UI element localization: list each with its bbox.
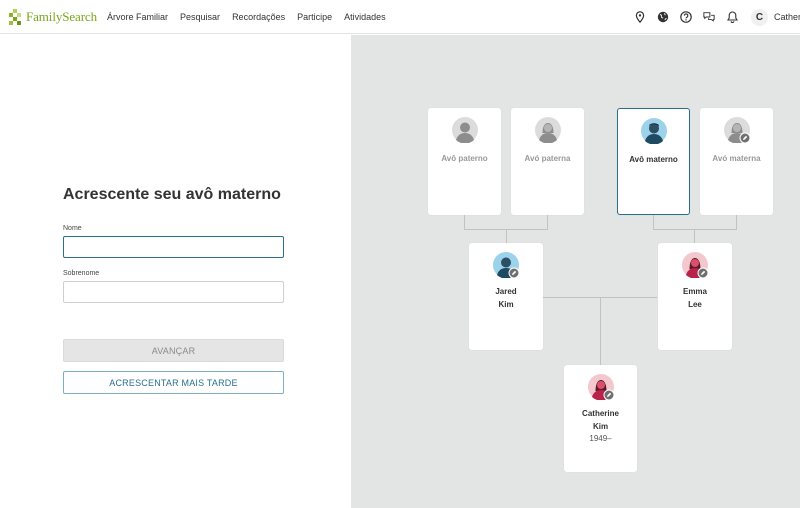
connector-line	[653, 215, 654, 229]
connector-line	[464, 215, 465, 229]
logo-text: FamilySearch	[26, 8, 98, 24]
location-pin-icon[interactable]	[634, 11, 646, 23]
familysearch-logo[interactable]: FamilySearch	[8, 8, 97, 26]
tree-logo-icon	[9, 8, 21, 25]
globe-icon[interactable]	[657, 11, 669, 23]
connector-line	[506, 229, 507, 243]
female-silhouette-icon	[723, 117, 750, 143]
add-person-form-panel: Acrescente seu avô materno Nome Sobrenom…	[0, 35, 351, 508]
user-name[interactable]: Catherine	[774, 12, 800, 22]
connector-line	[547, 215, 548, 229]
nav-item-memories[interactable]: Recordações	[232, 12, 285, 22]
nav-item-search[interactable]: Pesquisar	[180, 12, 220, 22]
header-actions: C Catherine	[623, 0, 800, 34]
connector-line	[694, 229, 695, 243]
card-first-name: Jared	[495, 287, 517, 296]
tree-card-maternal-grandfather[interactable]: Avô materno	[617, 108, 690, 215]
tree-card-father[interactable]: Jared Kim	[469, 243, 543, 350]
male-avatar-edit-icon	[493, 252, 519, 278]
card-last-name: Lee	[688, 300, 702, 309]
nav-item-activities[interactable]: Atividades	[344, 12, 386, 22]
connector-line	[653, 229, 737, 230]
tree-card-mother[interactable]: Emma Lee	[658, 243, 732, 350]
male-silhouette-icon	[451, 117, 478, 143]
card-name: Avô materno	[629, 155, 678, 164]
family-tree-panel: Avô paterno Avó paterna Avô materno Avó …	[351, 35, 800, 508]
tree-card-paternal-grandmother[interactable]: Avó paterna	[511, 108, 584, 215]
add-later-button[interactable]: ACRESCENTAR MAIS TARDE	[63, 371, 284, 394]
card-name: Avó materna	[712, 154, 761, 163]
bell-icon[interactable]	[726, 11, 738, 23]
next-button[interactable]: AVANÇAR	[63, 339, 284, 362]
user-avatar[interactable]: C	[751, 8, 768, 26]
first-name-label: Nome	[63, 225, 82, 232]
card-last-name: Kim	[592, 422, 609, 431]
form-title: Acrescente seu avô materno	[63, 186, 281, 203]
male-avatar-icon	[640, 118, 667, 144]
card-first-name: Emma	[682, 287, 707, 296]
nav-item-family-tree[interactable]: Árvore Familiar	[107, 12, 168, 22]
last-name-input[interactable]	[63, 281, 284, 303]
card-last-name: Kim	[498, 300, 514, 309]
main-nav: Árvore Familiar Pesquisar Recordações Pa…	[107, 12, 398, 22]
card-name: Avó paterna	[524, 154, 571, 163]
help-icon[interactable]	[680, 11, 692, 23]
tree-card-self[interactable]: Catherine Kim 1949–	[564, 365, 637, 472]
top-nav-bar: FamilySearch Árvore Familiar Pesquisar R…	[0, 0, 800, 34]
female-avatar-edit-icon	[682, 252, 708, 278]
card-name: Avô paterno	[441, 154, 488, 163]
last-name-label: Sobrenome	[63, 270, 100, 277]
female-silhouette-icon	[534, 117, 561, 143]
card-lifespan: 1949–	[589, 434, 612, 443]
female-avatar-edit-icon	[587, 374, 614, 400]
connector-line	[736, 215, 737, 229]
nav-item-get-involved[interactable]: Participe	[297, 12, 332, 22]
card-first-name: Catherine	[582, 409, 619, 418]
messages-icon[interactable]	[703, 11, 715, 23]
first-name-input[interactable]	[63, 236, 284, 258]
tree-card-paternal-grandfather[interactable]: Avô paterno	[428, 108, 501, 215]
tree-card-maternal-grandmother[interactable]: Avó materna	[700, 108, 773, 215]
connector-line	[600, 297, 601, 365]
